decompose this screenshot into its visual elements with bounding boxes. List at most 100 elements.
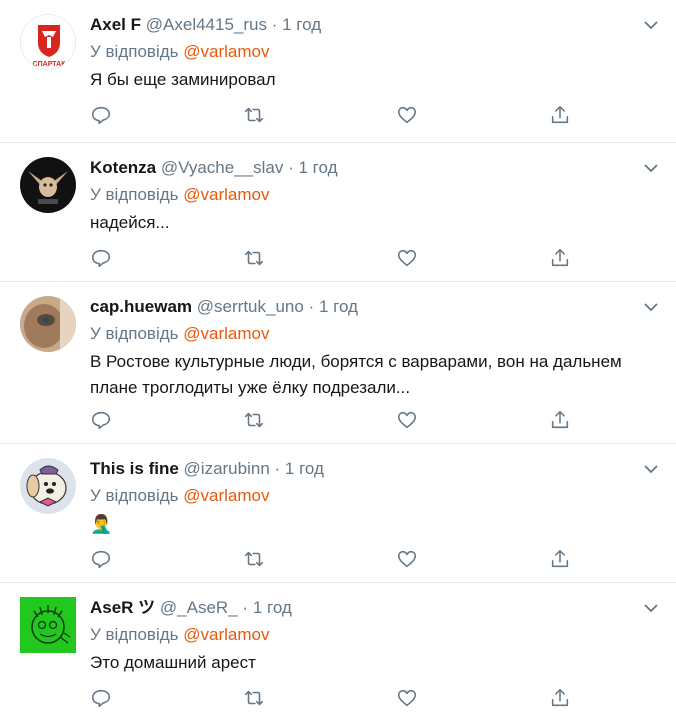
author-handle[interactable]: @izarubinn bbox=[184, 459, 270, 478]
tweet-actions bbox=[90, 247, 570, 271]
separator-dot: · bbox=[288, 158, 294, 177]
like-icon bbox=[397, 689, 417, 707]
reply-to-link[interactable]: @varlamov bbox=[183, 324, 269, 343]
retweet-button[interactable] bbox=[243, 548, 267, 572]
like-icon bbox=[397, 106, 417, 124]
separator-dot: · bbox=[242, 598, 249, 617]
share-button[interactable] bbox=[549, 548, 573, 572]
tweet-actions bbox=[90, 548, 570, 572]
retweet-button[interactable] bbox=[243, 687, 267, 711]
author-handle[interactable]: @_AseR_ bbox=[160, 598, 238, 617]
reply-icon bbox=[91, 249, 111, 268]
tweet[interactable]: cap.huewam @serrtuk_uno · 1 год У відпов… bbox=[0, 282, 676, 444]
share-button[interactable] bbox=[549, 247, 573, 271]
tweet[interactable]: This is fine @izarubinn · 1 год У відпов… bbox=[0, 444, 676, 583]
reply-to-link[interactable]: @varlamov bbox=[183, 486, 269, 505]
author-name[interactable]: This is fine bbox=[90, 459, 179, 478]
author-handle[interactable]: @Axel4415_rus bbox=[146, 15, 267, 34]
separator-dot: · bbox=[308, 297, 315, 316]
spartak-logo-icon: СПАРТАК bbox=[21, 15, 75, 69]
avatar[interactable] bbox=[20, 296, 76, 352]
avatar-logo-text: СПАРТАК bbox=[33, 61, 67, 68]
avatar[interactable] bbox=[20, 458, 76, 514]
avatar[interactable] bbox=[20, 157, 76, 213]
timestamp[interactable]: 1 год bbox=[285, 459, 324, 478]
tweet-actions bbox=[90, 687, 570, 711]
author-handle[interactable]: @Vyache__slav bbox=[161, 158, 283, 177]
reply-button[interactable] bbox=[90, 247, 114, 271]
tweet-actions bbox=[90, 104, 570, 128]
share-icon bbox=[551, 410, 569, 429]
photo-avatar-icon bbox=[20, 296, 76, 352]
reply-icon bbox=[91, 106, 111, 125]
tweet-text: В Ростове культурные люди, борятся с вар… bbox=[90, 352, 622, 397]
share-button[interactable] bbox=[549, 409, 573, 433]
bat-eared-creature-icon bbox=[20, 157, 76, 213]
reply-prefix: У відповідь bbox=[90, 324, 179, 343]
chevron-down-icon[interactable] bbox=[642, 16, 660, 34]
like-button[interactable] bbox=[396, 687, 420, 711]
separator-dot: · bbox=[271, 15, 278, 34]
timestamp[interactable]: 1 год bbox=[282, 15, 321, 34]
timestamp[interactable]: 1 год bbox=[298, 158, 337, 177]
share-icon bbox=[551, 688, 569, 707]
retweet-icon bbox=[244, 551, 264, 567]
tweet-text: Я бы еще заминировал bbox=[90, 70, 276, 89]
avatar[interactable] bbox=[20, 597, 76, 653]
like-button[interactable] bbox=[396, 247, 420, 271]
author-name[interactable]: Kotenza bbox=[90, 158, 156, 177]
like-button[interactable] bbox=[396, 548, 420, 572]
like-button[interactable] bbox=[396, 104, 420, 128]
tweet[interactable]: Kotenza @Vyache__slav · 1 год У відповід… bbox=[0, 143, 676, 282]
share-icon bbox=[551, 248, 569, 267]
author-handle[interactable]: @serrtuk_uno bbox=[197, 297, 304, 316]
chevron-down-icon[interactable] bbox=[642, 460, 660, 478]
chevron-down-icon[interactable] bbox=[642, 599, 660, 617]
like-icon bbox=[397, 411, 417, 429]
like-button[interactable] bbox=[396, 409, 420, 433]
reply-button[interactable] bbox=[90, 409, 114, 433]
reply-icon bbox=[91, 550, 111, 569]
tweet-emoji: 🤦‍♂️ bbox=[90, 514, 113, 534]
reply-prefix: У відповідь bbox=[90, 42, 179, 61]
reply-prefix: У відповідь bbox=[90, 625, 179, 644]
retweet-icon bbox=[244, 250, 264, 266]
share-button[interactable] bbox=[549, 687, 573, 711]
author-name[interactable]: AseR ツ bbox=[90, 598, 155, 617]
retweet-button[interactable] bbox=[243, 409, 267, 433]
cartoon-dog-icon bbox=[20, 458, 76, 514]
chevron-down-icon[interactable] bbox=[642, 159, 660, 177]
share-icon bbox=[551, 549, 569, 568]
retweet-button[interactable] bbox=[243, 247, 267, 271]
retweet-button[interactable] bbox=[243, 104, 267, 128]
retweet-icon bbox=[244, 412, 264, 428]
reply-button[interactable] bbox=[90, 687, 114, 711]
reply-icon bbox=[91, 411, 111, 430]
author-name[interactable]: cap.huewam bbox=[90, 297, 192, 316]
reply-prefix: У відповідь bbox=[90, 185, 179, 204]
reply-to-link[interactable]: @varlamov bbox=[183, 625, 269, 644]
author-name[interactable]: Axel F bbox=[90, 15, 141, 34]
reply-icon bbox=[91, 689, 111, 708]
retweet-icon bbox=[244, 107, 264, 123]
reply-to-link[interactable]: @varlamov bbox=[183, 42, 269, 61]
reply-button[interactable] bbox=[90, 548, 114, 572]
chevron-down-icon[interactable] bbox=[642, 298, 660, 316]
separator-dot: · bbox=[274, 459, 281, 478]
reply-button[interactable] bbox=[90, 104, 114, 128]
like-icon bbox=[397, 249, 417, 267]
timestamp[interactable]: 1 год bbox=[319, 297, 358, 316]
avatar[interactable]: СПАРТАК bbox=[20, 14, 76, 70]
tweet[interactable]: СПАРТАК Axel F @Axel4415_rus · 1 год У в… bbox=[0, 0, 676, 143]
reply-to-link[interactable]: @varlamov bbox=[183, 185, 269, 204]
timestamp[interactable]: 1 год bbox=[253, 598, 292, 617]
tweet[interactable]: AseR ツ @_AseR_ · 1 год У відповідь @varl… bbox=[0, 583, 676, 715]
tweet-actions bbox=[90, 409, 570, 433]
share-icon bbox=[551, 105, 569, 124]
share-button[interactable] bbox=[549, 104, 573, 128]
tweet-text: Это домашний арест bbox=[90, 653, 256, 672]
retweet-icon bbox=[244, 690, 264, 706]
green-doodle-icon bbox=[20, 597, 76, 653]
like-icon bbox=[397, 550, 417, 568]
tweet-text: надейся... bbox=[90, 213, 170, 232]
